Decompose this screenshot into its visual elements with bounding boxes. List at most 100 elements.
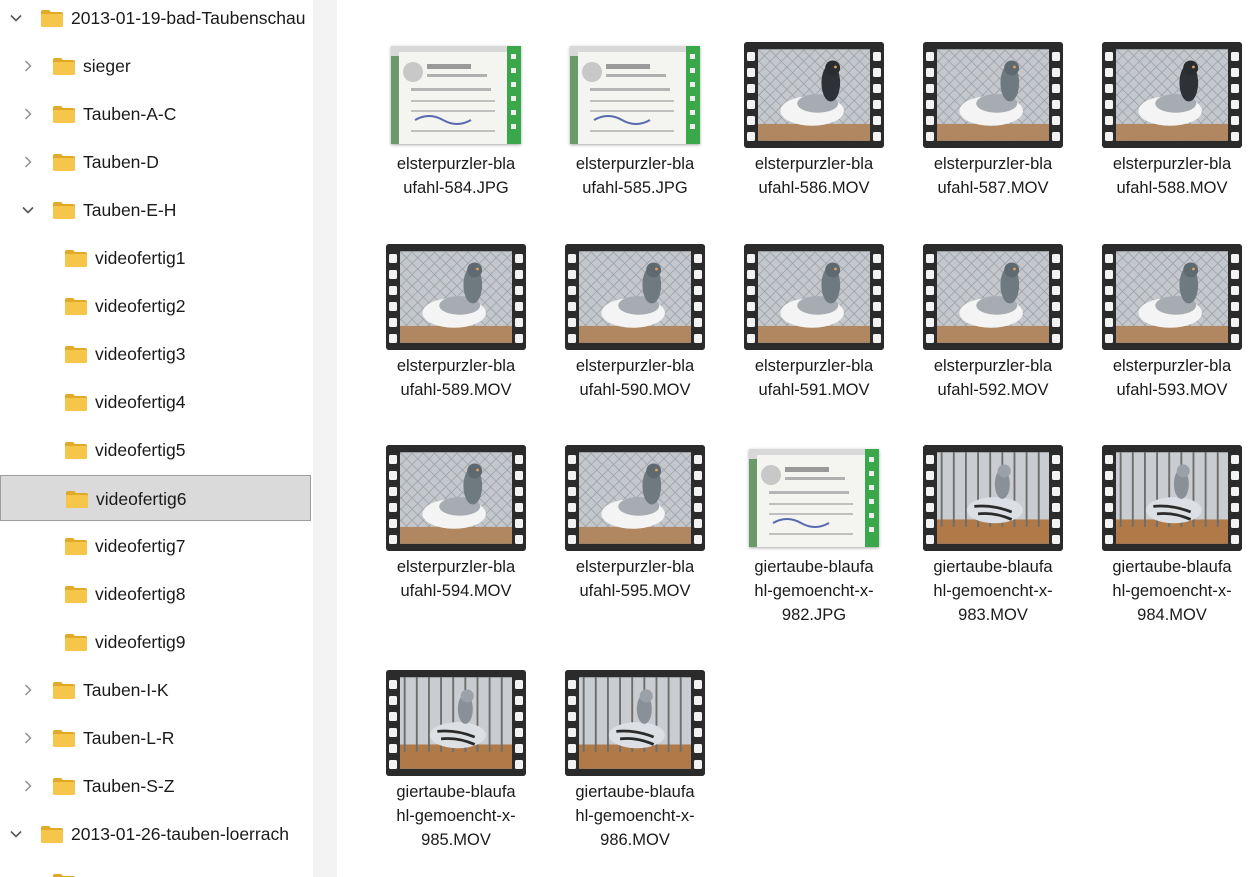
nav-item-label: Tauben-S-Z — [83, 776, 175, 796]
nav-item-label: videofertig8 — [95, 584, 186, 604]
video-thumbnail — [923, 42, 1063, 148]
chevron-right-icon[interactable] — [21, 107, 35, 121]
file-item[interactable]: elsterpurzler-bla ufahl-586.MOV — [729, 42, 899, 232]
chevron-down-icon[interactable] — [21, 203, 35, 217]
file-item[interactable]: elsterpurzler-bla ufahl-595.MOV — [550, 445, 720, 635]
file-name-line: ufahl-592.MOV — [937, 381, 1049, 399]
nav-item-sieger[interactable]: sieger — [0, 43, 311, 89]
file-item[interactable]: elsterpurzler-bla ufahl-592.MOV — [908, 244, 1078, 434]
nav-item-label: videofertig6 — [96, 489, 187, 509]
video-thumbnail — [1102, 445, 1242, 551]
file-name-line: giertaube-blaufa — [1112, 558, 1232, 576]
chevron-right-icon[interactable] — [21, 683, 35, 697]
file-name-line: giertaube-blaufa — [754, 558, 874, 576]
file-name-line: ufahl-588.MOV — [1116, 179, 1228, 197]
nav-item-label: sieger — [83, 56, 131, 76]
nav-item-videofertig5[interactable]: videofertig5 — [0, 427, 311, 473]
video-thumbnail — [386, 244, 526, 350]
file-name-line: ufahl-593.MOV — [1116, 381, 1228, 399]
file-name: giertaube-blaufa hl-gemoencht-x- 983.MOV — [908, 555, 1078, 627]
file-name-line: 985.MOV — [421, 831, 491, 849]
file-name: giertaube-blaufa hl-gemoencht-x- 984.MOV — [1087, 555, 1249, 627]
file-name-line: giertaube-blaufa — [933, 558, 1053, 576]
folder-icon — [52, 680, 76, 700]
nav-item-tauben-e-h[interactable]: Tauben-E-H — [0, 187, 311, 233]
file-name-line: hl-gemoencht-x- — [754, 582, 874, 600]
folder-icon — [64, 344, 88, 364]
file-name-line: giertaube-blaufa — [396, 783, 516, 801]
chevron-down-icon[interactable] — [9, 827, 23, 841]
nav-item-videofertig7[interactable]: videofertig7 — [0, 523, 311, 569]
nav-item-videofertig8[interactable]: videofertig8 — [0, 571, 311, 617]
file-name: giertaube-blaufa hl-gemoencht-x- 985.MOV — [371, 780, 541, 852]
file-name: elsterpurzler-bla ufahl-585.JPG — [550, 152, 720, 200]
file-item[interactable]: elsterpurzler-bla ufahl-587.MOV — [908, 42, 1078, 232]
folder-icon — [40, 824, 64, 844]
nav-item-partial[interactable] — [0, 859, 311, 877]
file-item[interactable]: giertaube-blaufa hl-gemoencht-x- 982.JPG — [729, 445, 899, 635]
nav-item-tauben-d[interactable]: Tauben-D — [0, 139, 311, 185]
folder-icon — [52, 776, 76, 796]
file-name-line: hl-gemoencht-x- — [396, 807, 516, 825]
nav-item-videofertig9[interactable]: videofertig9 — [0, 619, 311, 665]
file-item[interactable]: elsterpurzler-bla ufahl-584.JPG — [371, 42, 541, 232]
nav-item-videofertig2[interactable]: videofertig2 — [0, 283, 311, 329]
file-item[interactable]: elsterpurzler-bla ufahl-585.JPG — [550, 42, 720, 232]
file-item[interactable]: elsterpurzler-bla ufahl-594.MOV — [371, 445, 541, 635]
nav-item-label: Tauben-E-H — [83, 200, 177, 220]
nav-item-2013-01-26-tauben-loerrach[interactable]: 2013-01-26-tauben-loerrach — [0, 811, 311, 857]
file-name-line: elsterpurzler-bla — [575, 155, 695, 173]
file-item[interactable]: elsterpurzler-bla ufahl-593.MOV — [1087, 244, 1249, 434]
file-name-line: elsterpurzler-bla — [754, 357, 874, 375]
folder-icon — [64, 632, 88, 652]
chevron-right-icon[interactable] — [21, 731, 35, 745]
file-name-line: elsterpurzler-bla — [575, 558, 695, 576]
file-name-line: elsterpurzler-bla — [396, 558, 516, 576]
nav-item-2013-01-19-bad-taubenschau[interactable]: 2013-01-19-bad-Taubenschau — [0, 0, 311, 41]
nav-item-videofertig4[interactable]: videofertig4 — [0, 379, 311, 425]
nav-item-label: Tauben-D — [83, 152, 159, 172]
video-thumbnail — [744, 244, 884, 350]
file-item[interactable]: giertaube-blaufa hl-gemoencht-x- 983.MOV — [908, 445, 1078, 635]
file-name: elsterpurzler-bla ufahl-594.MOV — [371, 555, 541, 603]
file-name: elsterpurzler-bla ufahl-588.MOV — [1087, 152, 1249, 200]
nav-item-label: videofertig5 — [95, 440, 186, 460]
file-name-line: elsterpurzler-bla — [396, 357, 516, 375]
chevron-down-icon[interactable] — [9, 11, 23, 25]
navigation-pane: 2013-01-19-bad-Taubenschau sieger Tauben… — [0, 0, 313, 877]
folder-icon — [40, 8, 64, 28]
nav-item-label: videofertig7 — [95, 536, 186, 556]
file-item[interactable]: giertaube-blaufa hl-gemoencht-x- 986.MOV — [550, 670, 720, 860]
video-thumbnail — [565, 244, 705, 350]
file-item[interactable]: giertaube-blaufa hl-gemoencht-x- 985.MOV — [371, 670, 541, 860]
folder-icon — [64, 248, 88, 268]
folder-icon — [52, 872, 76, 877]
pane-divider[interactable] — [313, 0, 337, 877]
file-item[interactable]: elsterpurzler-bla ufahl-590.MOV — [550, 244, 720, 434]
file-item[interactable]: elsterpurzler-bla ufahl-589.MOV — [371, 244, 541, 434]
file-item[interactable]: elsterpurzler-bla ufahl-588.MOV — [1087, 42, 1249, 232]
chevron-right-icon[interactable] — [21, 155, 35, 169]
nav-item-videofertig6[interactable]: videofertig6 — [0, 475, 311, 521]
file-name: elsterpurzler-bla ufahl-591.MOV — [729, 354, 899, 402]
nav-item-label: Tauben-L-R — [83, 728, 175, 748]
chevron-right-icon[interactable] — [21, 59, 35, 73]
file-item[interactable]: elsterpurzler-bla ufahl-591.MOV — [729, 244, 899, 434]
file-item[interactable]: giertaube-blaufa hl-gemoencht-x- 984.MOV — [1087, 445, 1249, 635]
nav-item-tauben-i-k[interactable]: Tauben-I-K — [0, 667, 311, 713]
nav-item-tauben-a-c[interactable]: Tauben-A-C — [0, 91, 311, 137]
folder-icon — [64, 296, 88, 316]
chevron-right-icon[interactable] — [21, 779, 35, 793]
file-name-line: ufahl-591.MOV — [758, 381, 870, 399]
video-thumbnail — [1102, 244, 1242, 350]
nav-item-label: videofertig1 — [95, 248, 186, 268]
folder-icon — [64, 536, 88, 556]
video-thumbnail — [386, 445, 526, 551]
nav-item-videofertig1[interactable]: videofertig1 — [0, 235, 311, 281]
file-name: elsterpurzler-bla ufahl-587.MOV — [908, 152, 1078, 200]
nav-item-label: videofertig2 — [95, 296, 186, 316]
nav-item-tauben-s-z[interactable]: Tauben-S-Z — [0, 763, 311, 809]
file-name-line: ufahl-587.MOV — [937, 179, 1049, 197]
nav-item-videofertig3[interactable]: videofertig3 — [0, 331, 311, 377]
nav-item-tauben-l-r[interactable]: Tauben-L-R — [0, 715, 311, 761]
